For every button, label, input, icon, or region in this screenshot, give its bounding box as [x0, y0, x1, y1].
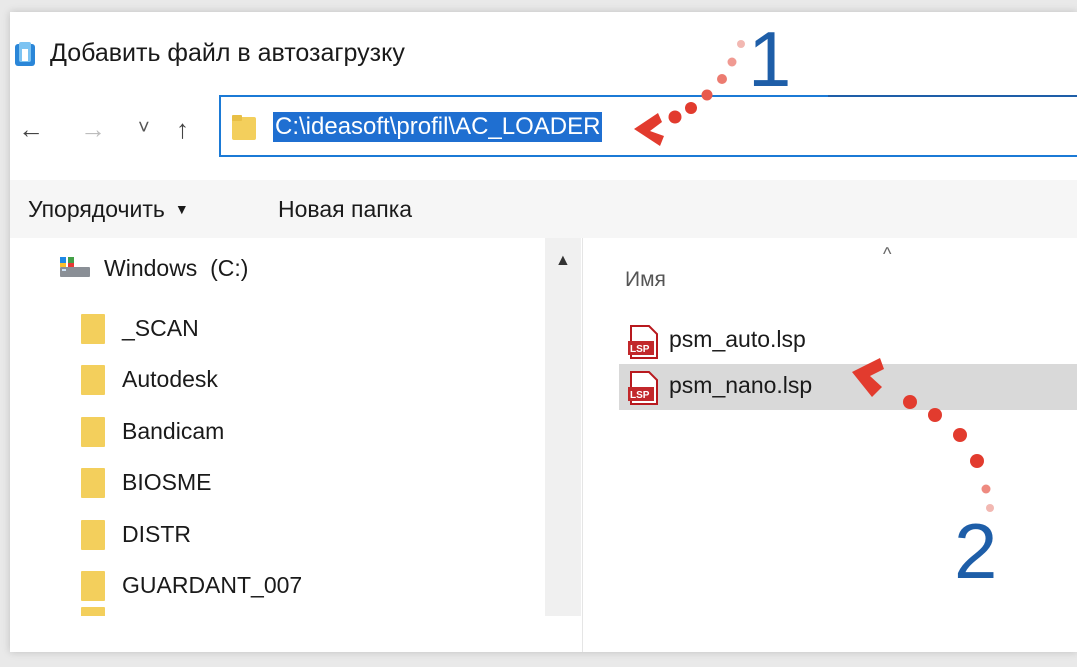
file-dialog: Добавить файл в автозагрузку ← → ˅ ↑ C:\…	[10, 12, 1077, 652]
arrow-head-1	[634, 113, 664, 146]
arrow-head-2	[852, 358, 884, 397]
annotation-arrows	[634, 40, 994, 512]
